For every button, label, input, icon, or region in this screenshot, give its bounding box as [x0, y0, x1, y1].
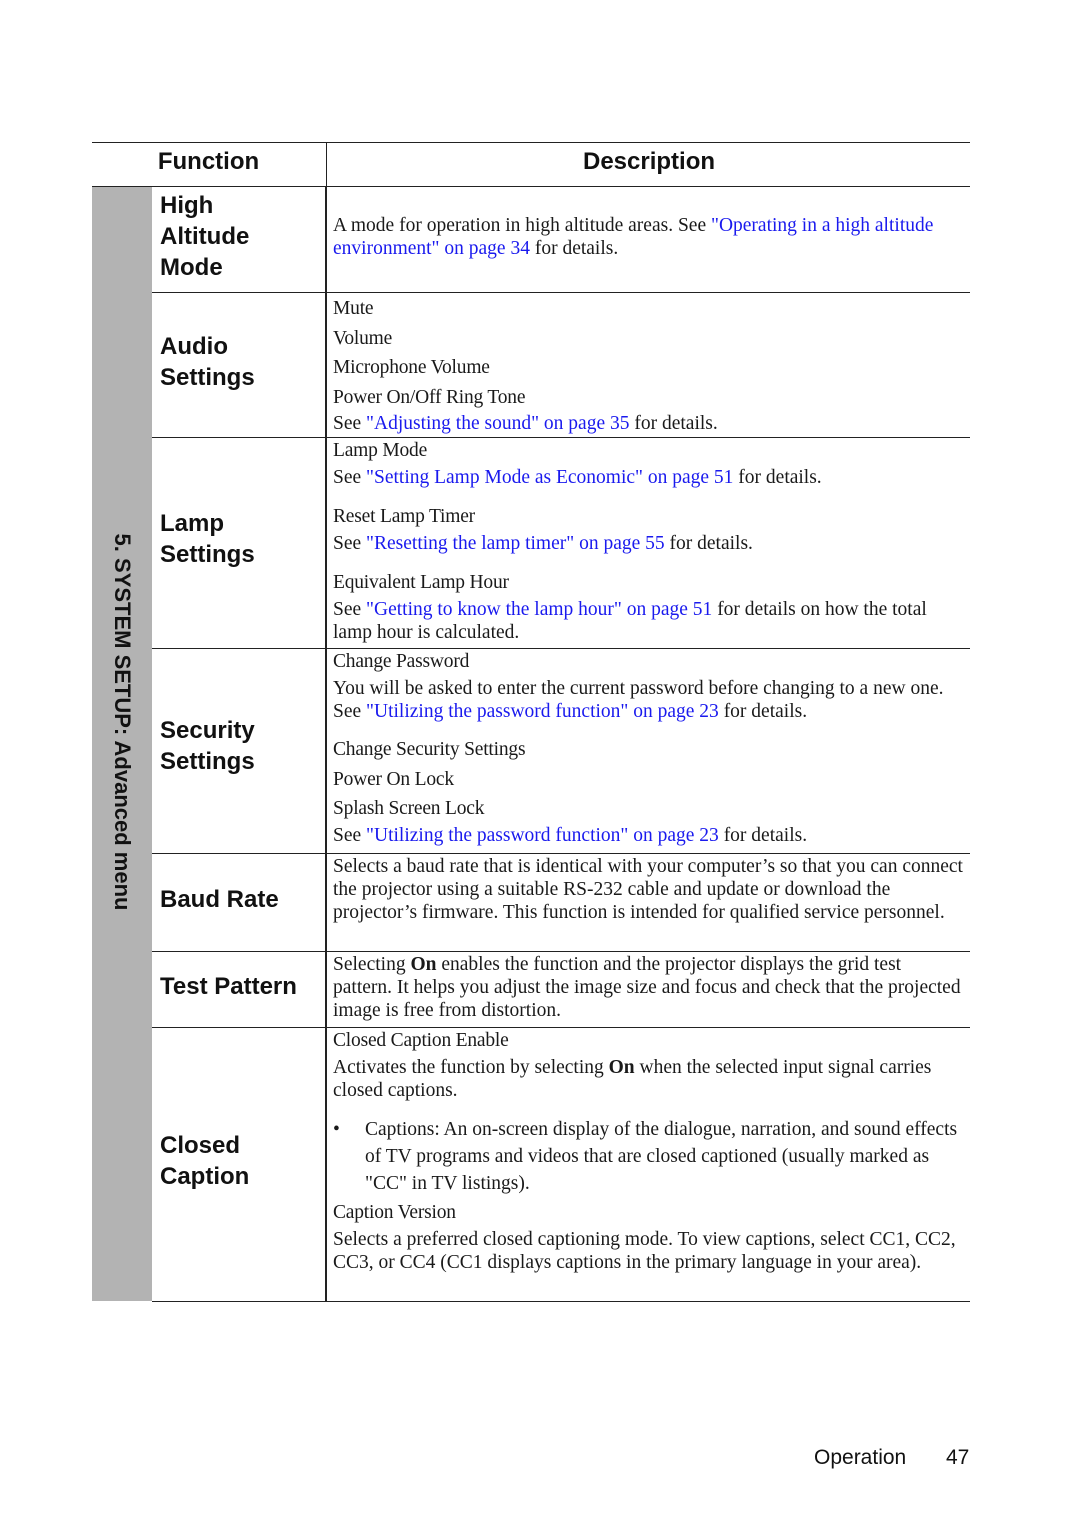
table-row-lamp-settings: Lamp Settings Lamp Mode See "Setting Lam…: [152, 438, 970, 649]
see-reference: See "Utilizing the password function" on…: [333, 824, 963, 847]
description-cell: Mute Volume Microphone Volume Power On/O…: [333, 294, 963, 435]
see-text: for details.: [733, 467, 822, 488]
function-name: Security Settings: [160, 717, 255, 775]
link-resetting-lamp-timer[interactable]: "Resetting the lamp timer" on page 55: [366, 533, 665, 554]
see-text: See: [333, 599, 367, 620]
description-text: for details.: [529, 238, 619, 259]
menu-item-splash-screen-lock: Splash Screen Lock: [333, 798, 485, 819]
menu-item-equivalent-lamp-hour: Equivalent Lamp Hour: [333, 572, 509, 593]
table-row-high-altitude: High Altitude Mode A mode for operation …: [152, 187, 970, 293]
function-name: Baud Rate: [160, 886, 279, 913]
see-text: See: [333, 467, 367, 488]
see-reference: See "Resetting the lamp timer" on page 5…: [333, 532, 963, 555]
menu-item-closed-caption-enable: Closed Caption Enable: [333, 1030, 509, 1051]
link-lamp-hour[interactable]: "Getting to know the lamp hour" on page …: [366, 599, 712, 620]
menu-item-lamp-mode: Lamp Mode: [333, 440, 428, 461]
option-on: On: [410, 954, 437, 975]
menu-item-power-on-lock: Power On Lock: [333, 768, 454, 790]
see-text: for details.: [718, 824, 808, 846]
description-text: Selecting: [333, 954, 411, 975]
description-text: for details.: [718, 701, 808, 722]
function-name: Lamp Settings: [160, 510, 255, 568]
menu-item-ring-tone: Power On/Off Ring Tone: [333, 386, 526, 408]
link-lamp-mode-economic[interactable]: "Setting Lamp Mode as Economic" on page …: [366, 467, 733, 488]
function-name: Audio Settings: [160, 333, 255, 391]
change-password-description: You will be asked to enter the current p…: [333, 677, 963, 723]
see-text: for details.: [664, 533, 753, 554]
menu-item-microphone-volume: Microphone Volume: [333, 357, 490, 378]
see-text: for details.: [629, 413, 718, 434]
table-row-baud-rate: Baud Rate Selects a baud rate that is id…: [152, 854, 970, 952]
function-name: High Altitude Mode: [160, 192, 250, 281]
description-cell: Change Password You will be asked to ent…: [333, 650, 963, 847]
menu-item-change-password: Change Password: [333, 651, 470, 672]
table-row-security-settings: Security Settings Change Password You wi…: [152, 649, 970, 854]
caption-version-description: Selects a preferred closed captioning mo…: [333, 1229, 956, 1273]
see-text: See: [333, 533, 367, 554]
description-text: A mode for operation in high altitude ar…: [333, 215, 711, 236]
header-description: Description: [326, 143, 971, 186]
function-description-table: Function Description 5. SYSTEM SETUP: Ad…: [92, 142, 970, 1302]
see-reference: See "Getting to know the lamp hour" on p…: [333, 598, 963, 644]
section-title: 5. SYSTEM SETUP: Advanced menu: [110, 533, 135, 911]
bullet-icon: •: [333, 1119, 340, 1140]
link-password-function[interactable]: "Utilizing the password function" on pag…: [366, 825, 719, 846]
see-reference: See "Setting Lamp Mode as Economic" on p…: [333, 466, 963, 489]
menu-item-mute: Mute: [333, 298, 374, 319]
description-cell: Selects a baud rate that is identical wi…: [333, 856, 963, 923]
page-number: 47: [946, 1446, 970, 1469]
captions-bullet: • Captions: An on-screen display of the …: [333, 1116, 963, 1197]
description-cell: Selecting On enables the function and th…: [333, 953, 963, 1022]
link-password-function[interactable]: "Utilizing the password function" on pag…: [366, 701, 719, 722]
section-side-label: 5. SYSTEM SETUP: Advanced menu: [92, 187, 152, 1301]
function-name: Closed Caption: [160, 1132, 250, 1190]
table-header: Function Description: [92, 142, 970, 187]
menu-item-change-security-settings: Change Security Settings: [333, 739, 526, 760]
menu-item-caption-version: Caption Version: [333, 1202, 456, 1223]
table-row-test-pattern: Test Pattern Selecting On enables the fu…: [152, 952, 970, 1028]
enable-description: Activates the function by selecting On w…: [333, 1056, 963, 1102]
description-text: Activates the function by selecting: [333, 1057, 609, 1078]
see-reference: See "Adjusting the sound" on page 35 for…: [333, 412, 963, 435]
bullet-text: Captions: An on-screen display of the di…: [365, 1119, 958, 1194]
menu-item-volume: Volume: [333, 327, 393, 349]
function-name: Test Pattern: [160, 973, 297, 1000]
menu-item-reset-lamp-timer: Reset Lamp Timer: [333, 506, 475, 527]
table-row-closed-caption: Closed Caption Closed Caption Enable Act…: [152, 1028, 970, 1302]
description-cell: A mode for operation in high altitude ar…: [333, 214, 963, 260]
header-function: Function: [157, 148, 260, 175]
description-cell: Closed Caption Enable Activates the func…: [333, 1029, 963, 1274]
table-row-audio-settings: Audio Settings Mute Volume Microphone Vo…: [152, 293, 970, 438]
description-cell: Lamp Mode See "Setting Lamp Mode as Econ…: [333, 439, 963, 644]
link-adjusting-sound[interactable]: "Adjusting the sound" on page 35: [366, 413, 629, 434]
see-text: See: [333, 413, 367, 434]
option-on: On: [608, 1057, 635, 1078]
footer-section: Operation: [814, 1446, 907, 1469]
see-text: See: [333, 824, 367, 846]
